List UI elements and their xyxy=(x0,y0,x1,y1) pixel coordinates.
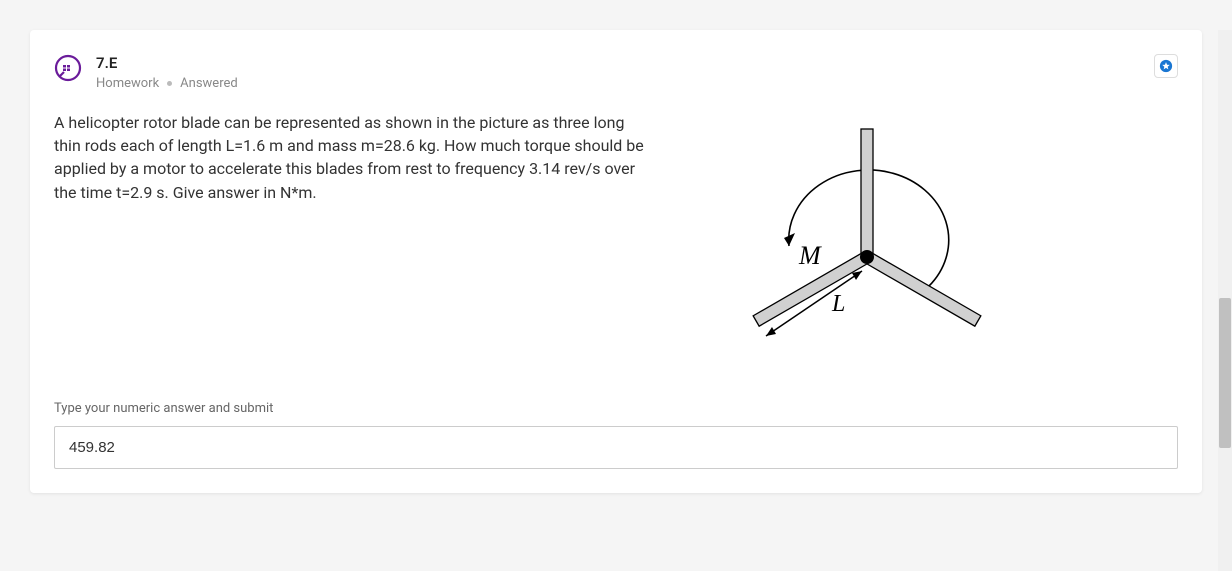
question-status: Answered xyxy=(180,76,238,91)
answer-input[interactable] xyxy=(54,426,1178,469)
chat-bubble-icon xyxy=(54,54,82,82)
question-card: 7.E Homework Answered A helicopter rotor… xyxy=(30,30,1202,493)
scrollbar-thumb[interactable] xyxy=(1219,298,1231,448)
bookmark-button[interactable] xyxy=(1154,54,1178,78)
status-dot-icon xyxy=(167,81,172,86)
diagram-mass-label: M xyxy=(799,241,821,271)
diagram-length-label: L xyxy=(832,291,845,318)
card-header: 7.E Homework Answered xyxy=(54,54,1178,91)
status-line: Homework Answered xyxy=(96,76,1154,91)
question-category: Homework xyxy=(96,76,159,91)
page-container: 7.E Homework Answered A helicopter rotor… xyxy=(0,30,1232,571)
scrollbar-track[interactable] xyxy=(1218,30,1232,571)
rotor-diagram: M L xyxy=(694,111,994,371)
content-row: A helicopter rotor blade can be represen… xyxy=(54,111,1178,371)
star-icon xyxy=(1159,59,1173,73)
answer-input-label: Type your numeric answer and submit xyxy=(54,401,1178,416)
header-text: 7.E Homework Answered xyxy=(96,54,1154,91)
question-body: A helicopter rotor blade can be represen… xyxy=(54,111,654,371)
question-number: 7.E xyxy=(96,54,1154,72)
